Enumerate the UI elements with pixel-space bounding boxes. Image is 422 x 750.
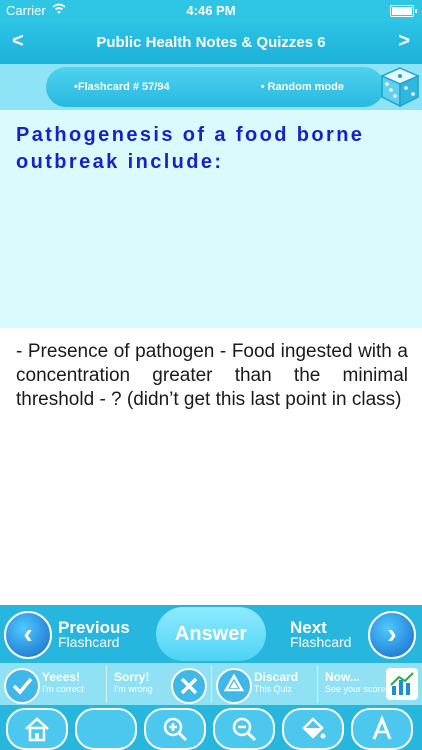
bar-chart-icon [386,668,418,700]
next-arrow-icon[interactable]: › [368,611,416,659]
question-panel: Pathogenesis of a food borne outbreak in… [0,110,422,328]
random-mode-label[interactable]: • Random mode [261,81,344,93]
battery-icon [390,5,417,17]
status-time: 4:46 PM [186,3,236,18]
correct-sub-label: I'm correct [42,684,84,694]
navigation-bar: < Public Health Notes & Quizzes 6 > [0,22,422,64]
status-bar: Carrier 4:46 PM [0,0,422,22]
see-score-button[interactable]: Now... See your score [318,665,422,703]
zoom-in-icon[interactable] [144,708,206,750]
mode-pill: •Flashcard # 57/94 • Random mode [46,67,384,107]
question-text: Pathogenesis of a food borne outbreak in… [16,124,365,173]
text-size-icon[interactable] [351,708,413,750]
blank-circle-icon[interactable] [75,708,137,750]
score-sub-label: See your score [325,684,386,694]
wrong-sub-label: I'm wrong [114,684,153,694]
next-sub-label: Flashcard [290,634,352,650]
dice-icon[interactable] [380,66,420,108]
discard-sub-label: This Quiz [254,684,293,694]
mode-bar: •Flashcard # 57/94 • Random mode [0,64,422,110]
forward-button[interactable]: > [398,30,410,53]
home-icon[interactable] [6,708,68,750]
paint-bucket-icon[interactable] [282,708,344,750]
score-label: Now... [325,670,360,684]
answer-panel: - Presence of pathogen - Food ingested w… [0,328,422,605]
previous-sub-label: Flashcard [58,634,120,650]
discard-label: Discard [254,670,299,684]
next-label: Next [290,618,327,637]
answer-text: - Presence of pathogen - Food ingested w… [16,341,408,410]
discard-quiz-button[interactable]: Discard This Quiz [212,665,316,704]
answer-button[interactable]: Answer [156,607,266,661]
cross-icon [171,668,207,704]
recycle-icon [216,668,252,704]
previous-arrow-icon[interactable]: ‹ [4,611,52,659]
flashcard-counter: •Flashcard # 57/94 [74,81,170,93]
correct-button[interactable]: Yeees! I'm correct [0,665,105,704]
wrong-button[interactable]: Sorry! I'm wrong [107,665,211,704]
wrong-label: Sorry! [114,670,150,684]
correct-label: Yeees! [42,670,81,684]
previous-button[interactable]: Previous Flashcard [58,618,130,650]
next-button[interactable]: Next Flashcard [290,618,352,650]
previous-label: Previous [58,618,130,637]
page-title: Public Health Notes & Quizzes 6 [96,34,326,51]
zoom-out-icon[interactable] [213,708,275,750]
checkmark-icon [4,668,40,704]
